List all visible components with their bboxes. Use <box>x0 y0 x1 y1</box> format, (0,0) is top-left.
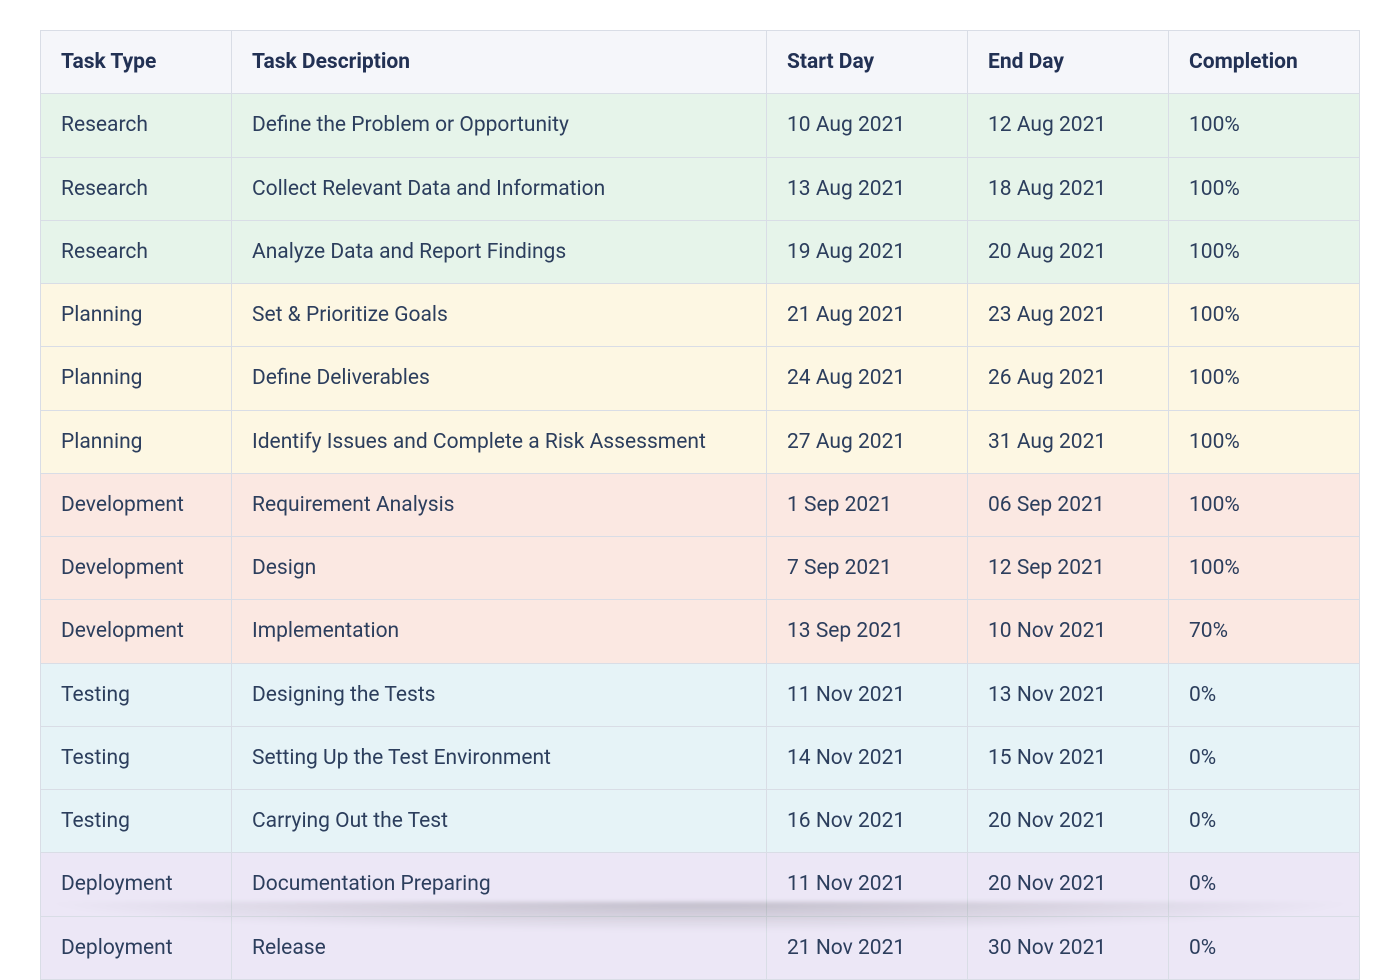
cell-task-type: Development <box>41 537 232 600</box>
table-row: TestingDesigning the Tests11 Nov 202113 … <box>41 663 1360 726</box>
cell-start-day: 1 Sep 2021 <box>767 473 968 536</box>
cell-end-day: 18 Aug 2021 <box>968 157 1169 220</box>
cell-start-day: 10 Aug 2021 <box>767 94 968 157</box>
table-row: ResearchCollect Relevant Data and Inform… <box>41 157 1360 220</box>
cell-task-type: Development <box>41 600 232 663</box>
cell-completion: 100% <box>1169 284 1360 347</box>
card-shadow <box>40 902 1360 932</box>
cell-end-day: 31 Aug 2021 <box>968 410 1169 473</box>
cell-end-day: 20 Aug 2021 <box>968 220 1169 283</box>
cell-task-type: Research <box>41 94 232 157</box>
table-row: PlanningSet & Prioritize Goals21 Aug 202… <box>41 284 1360 347</box>
cell-task-description: Designing the Tests <box>232 663 767 726</box>
cell-completion: 100% <box>1169 94 1360 157</box>
table-row: ResearchAnalyze Data and Report Findings… <box>41 220 1360 283</box>
cell-task-type: Planning <box>41 347 232 410</box>
cell-task-type: Testing <box>41 726 232 789</box>
cell-end-day: 23 Aug 2021 <box>968 284 1169 347</box>
cell-completion: 100% <box>1169 157 1360 220</box>
cell-completion: 0% <box>1169 790 1360 853</box>
project-schedule-table: Task Type Task Description Start Day End… <box>40 30 1360 980</box>
cell-task-description: Requirement Analysis <box>232 473 767 536</box>
cell-task-type: Research <box>41 157 232 220</box>
cell-completion: 100% <box>1169 473 1360 536</box>
cell-end-day: 06 Sep 2021 <box>968 473 1169 536</box>
table-row: TestingSetting Up the Test Environment14… <box>41 726 1360 789</box>
cell-end-day: 10 Nov 2021 <box>968 600 1169 663</box>
cell-start-day: 13 Sep 2021 <box>767 600 968 663</box>
cell-completion: 100% <box>1169 220 1360 283</box>
cell-completion: 100% <box>1169 537 1360 600</box>
column-header-task-type: Task Type <box>41 31 232 94</box>
cell-task-description: Analyze Data and Report Findings <box>232 220 767 283</box>
cell-end-day: 12 Aug 2021 <box>968 94 1169 157</box>
cell-start-day: 7 Sep 2021 <box>767 537 968 600</box>
cell-start-day: 14 Nov 2021 <box>767 726 968 789</box>
cell-start-day: 19 Aug 2021 <box>767 220 968 283</box>
table-row: PlanningDefine Deliverables24 Aug 202126… <box>41 347 1360 410</box>
cell-task-description: Carrying Out the Test <box>232 790 767 853</box>
cell-task-description: Collect Relevant Data and Information <box>232 157 767 220</box>
cell-task-type: Testing <box>41 790 232 853</box>
cell-task-type: Planning <box>41 284 232 347</box>
cell-task-type: Testing <box>41 663 232 726</box>
table-row: DevelopmentImplementation13 Sep 202110 N… <box>41 600 1360 663</box>
cell-completion: 100% <box>1169 410 1360 473</box>
cell-start-day: 27 Aug 2021 <box>767 410 968 473</box>
cell-start-day: 11 Nov 2021 <box>767 663 968 726</box>
cell-start-day: 16 Nov 2021 <box>767 790 968 853</box>
cell-task-description: Define the Problem or Opportunity <box>232 94 767 157</box>
cell-task-description: Set & Prioritize Goals <box>232 284 767 347</box>
cell-task-description: Implementation <box>232 600 767 663</box>
cell-completion: 100% <box>1169 347 1360 410</box>
cell-end-day: 12 Sep 2021 <box>968 537 1169 600</box>
project-schedule-card: Task Type Task Description Start Day End… <box>40 30 1360 980</box>
cell-start-day: 24 Aug 2021 <box>767 347 968 410</box>
cell-task-type: Research <box>41 220 232 283</box>
table-row: TestingCarrying Out the Test16 Nov 20212… <box>41 790 1360 853</box>
cell-end-day: 20 Nov 2021 <box>968 790 1169 853</box>
cell-end-day: 15 Nov 2021 <box>968 726 1169 789</box>
table-row: PlanningIdentify Issues and Complete a R… <box>41 410 1360 473</box>
cell-start-day: 13 Aug 2021 <box>767 157 968 220</box>
cell-task-description: Design <box>232 537 767 600</box>
cell-completion: 0% <box>1169 726 1360 789</box>
table-row: ResearchDefine the Problem or Opportunit… <box>41 94 1360 157</box>
cell-end-day: 26 Aug 2021 <box>968 347 1169 410</box>
column-header-completion: Completion <box>1169 31 1360 94</box>
column-header-end-day: End Day <box>968 31 1169 94</box>
cell-task-type: Development <box>41 473 232 536</box>
column-header-start-day: Start Day <box>767 31 968 94</box>
table-row: DevelopmentDesign7 Sep 202112 Sep 202110… <box>41 537 1360 600</box>
cell-task-description: Define Deliverables <box>232 347 767 410</box>
cell-start-day: 21 Aug 2021 <box>767 284 968 347</box>
column-header-task-description: Task Description <box>232 31 767 94</box>
table-row: DevelopmentRequirement Analysis1 Sep 202… <box>41 473 1360 536</box>
cell-completion: 0% <box>1169 663 1360 726</box>
cell-completion: 70% <box>1169 600 1360 663</box>
table-header-row: Task Type Task Description Start Day End… <box>41 31 1360 94</box>
cell-task-type: Planning <box>41 410 232 473</box>
cell-end-day: 13 Nov 2021 <box>968 663 1169 726</box>
cell-task-description: Identify Issues and Complete a Risk Asse… <box>232 410 767 473</box>
cell-task-description: Setting Up the Test Environment <box>232 726 767 789</box>
